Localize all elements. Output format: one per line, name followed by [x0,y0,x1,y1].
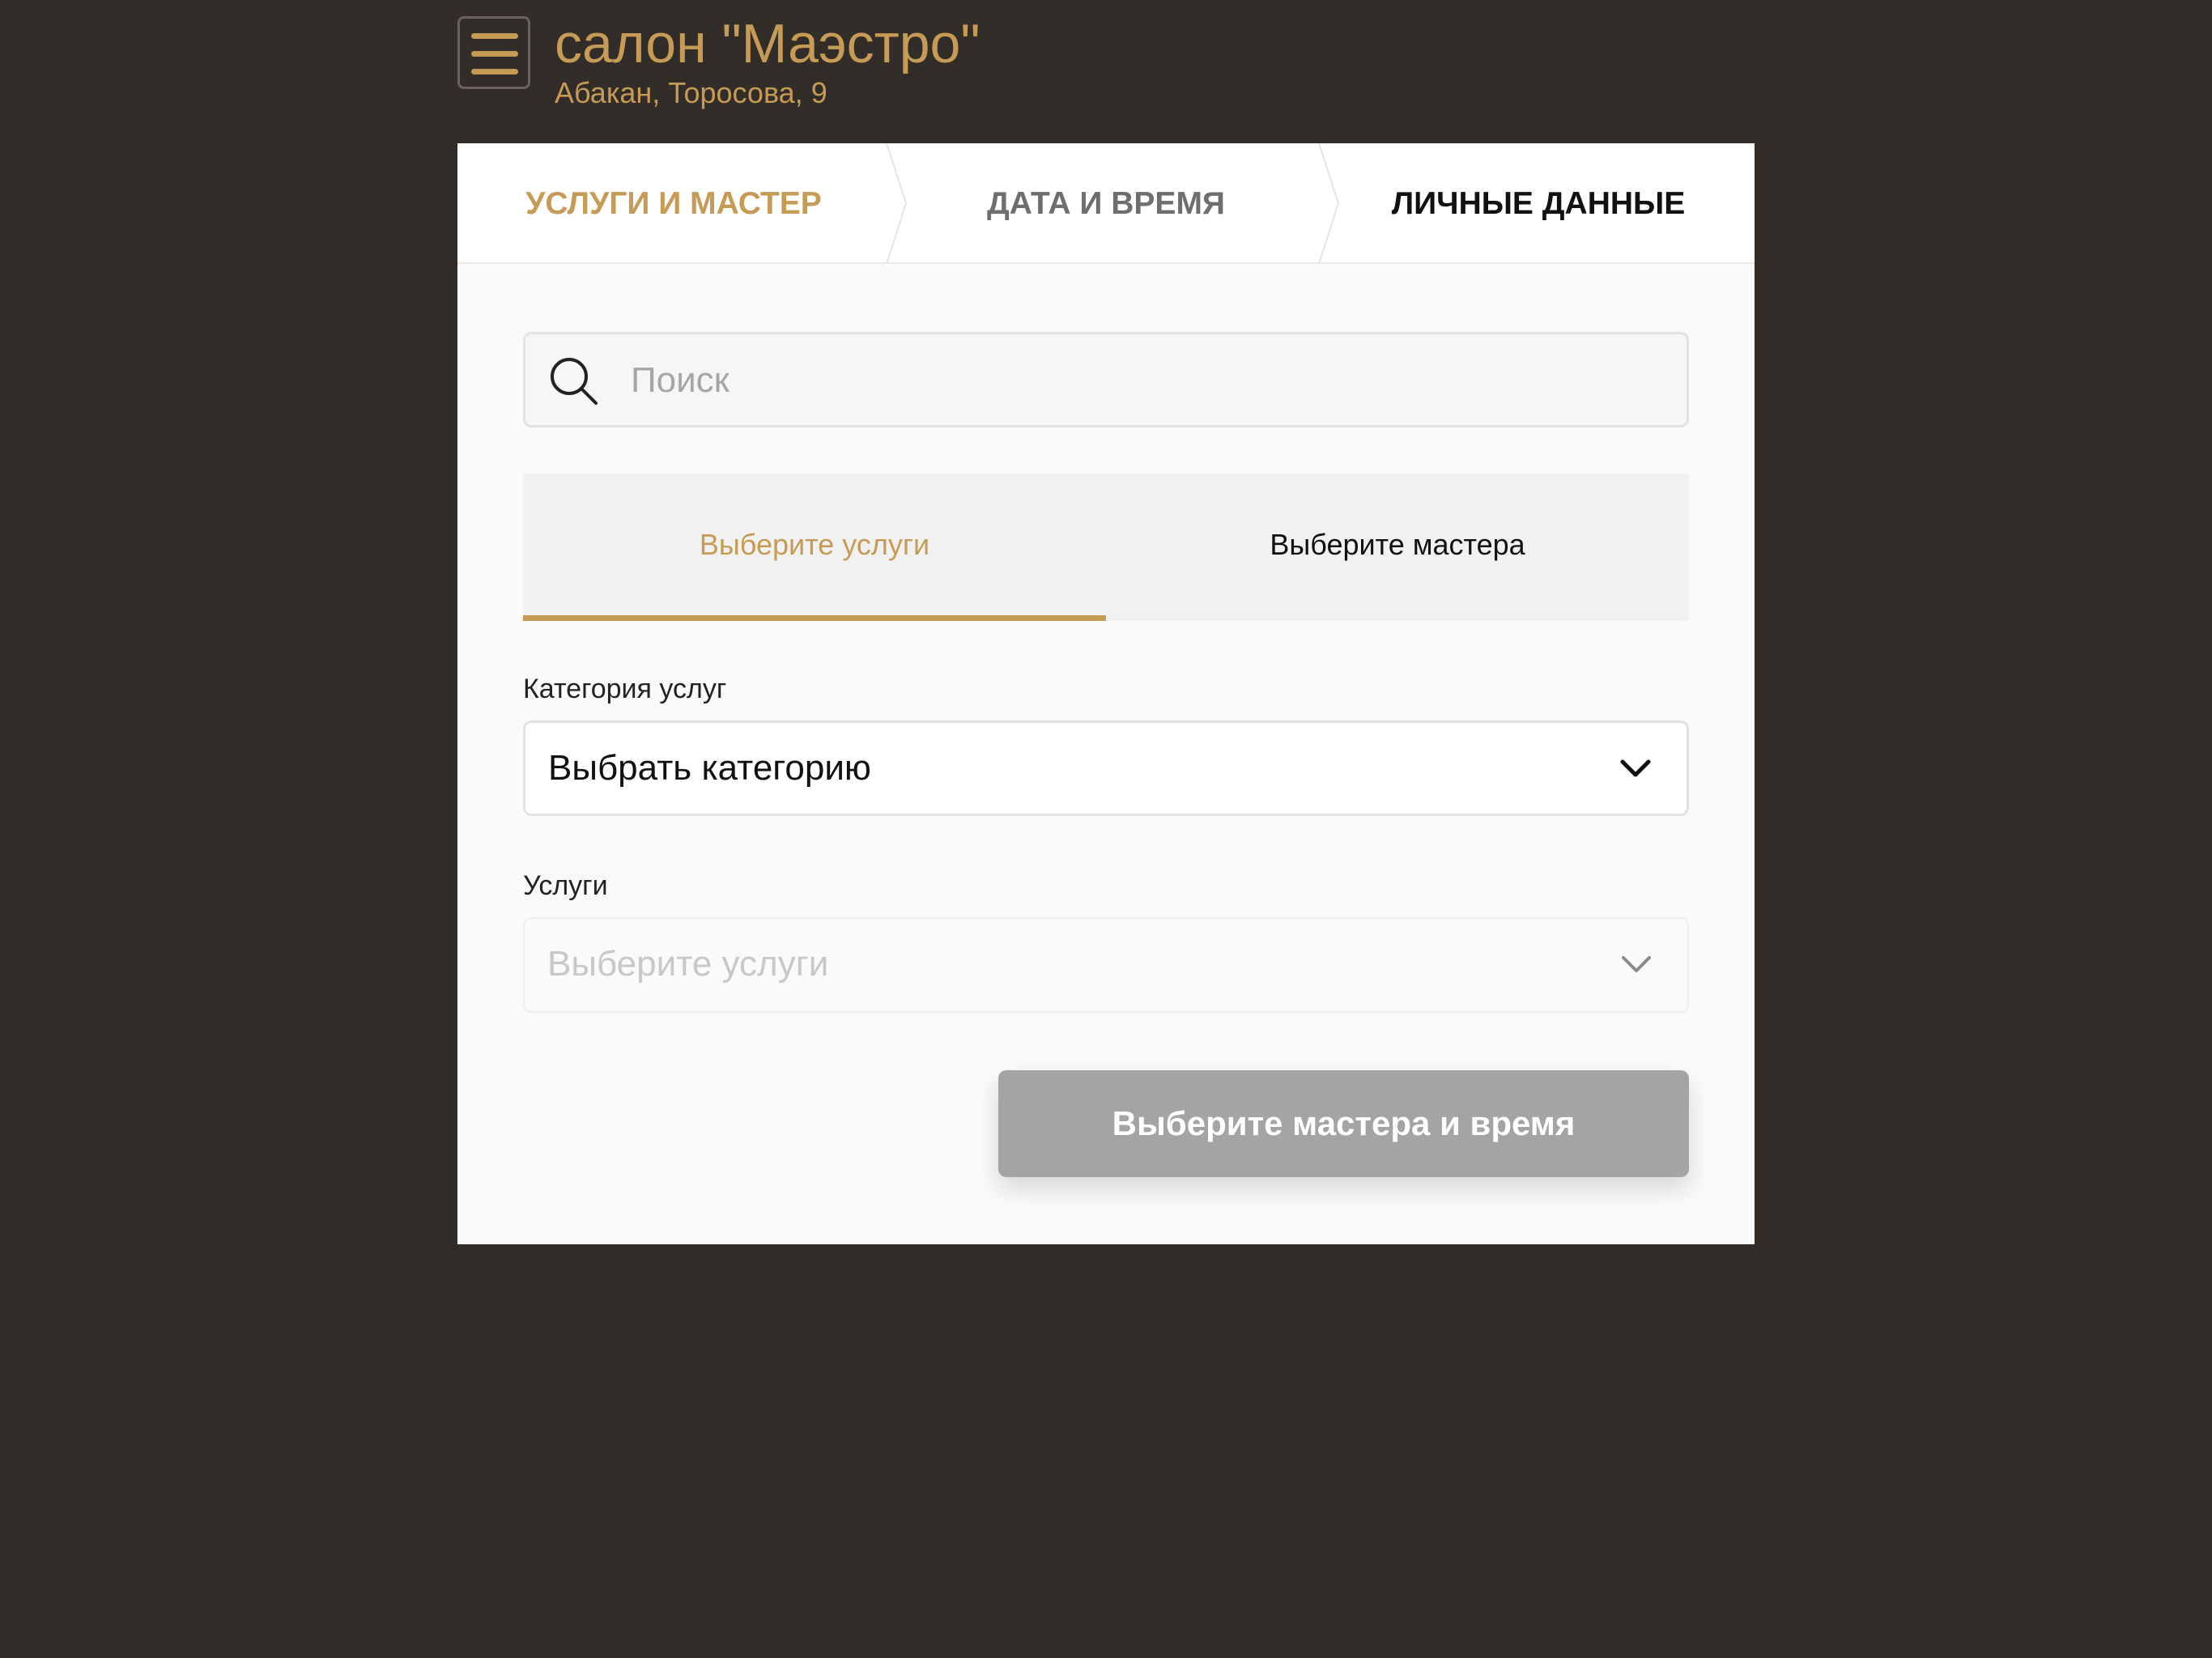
search-box [523,332,1689,427]
category-label: Категория услуг [523,674,727,704]
services-select[interactable]: Выберите услуги [523,917,1689,1013]
salon-address: Абакан, Торосова, 9 [555,76,827,109]
search-input[interactable] [629,334,1669,427]
services-label: Услуги [523,870,608,901]
category-select-value: Выбрать категорию [548,748,871,788]
step-personal-data[interactable]: ЛИЧНЫЕ ДАННЫЕ [1322,143,1755,264]
active-tab-indicator [523,615,1106,621]
menu-button[interactable] [457,16,530,89]
step-services-and-master[interactable]: УСЛУГИ И МАСТЕР [457,143,890,264]
chevron-down-icon [1622,956,1651,972]
choose-master-and-time-button[interactable]: Выберите мастера и время [998,1070,1689,1177]
search-icon [551,358,598,405]
step-date-and-time[interactable]: ДАТА И ВРЕМЯ [890,143,1322,264]
tab-select-master[interactable]: Выберите мастера [1106,474,1689,621]
tab-select-services[interactable]: Выберите услуги [523,474,1106,621]
chevron-down-icon [1620,759,1651,777]
hamburger-menu-icon [471,33,518,39]
booking-panel: УСЛУГИ И МАСТЕР ДАТА И ВРЕМЯ ЛИЧНЫЕ ДАНН… [457,143,1755,1244]
booking-steps: УСЛУГИ И МАСТЕР ДАТА И ВРЕМЯ ЛИЧНЫЕ ДАНН… [457,143,1755,264]
category-select[interactable]: Выбрать категорию [523,721,1689,816]
header: салон "Маэстро" Абакан, Торосова, 9 [457,13,1753,120]
salon-title: салон "Маэстро" [555,13,981,74]
selection-tabs: Выберите услуги Выберите мастера [523,474,1689,621]
services-select-placeholder: Выберите услуги [547,944,829,984]
